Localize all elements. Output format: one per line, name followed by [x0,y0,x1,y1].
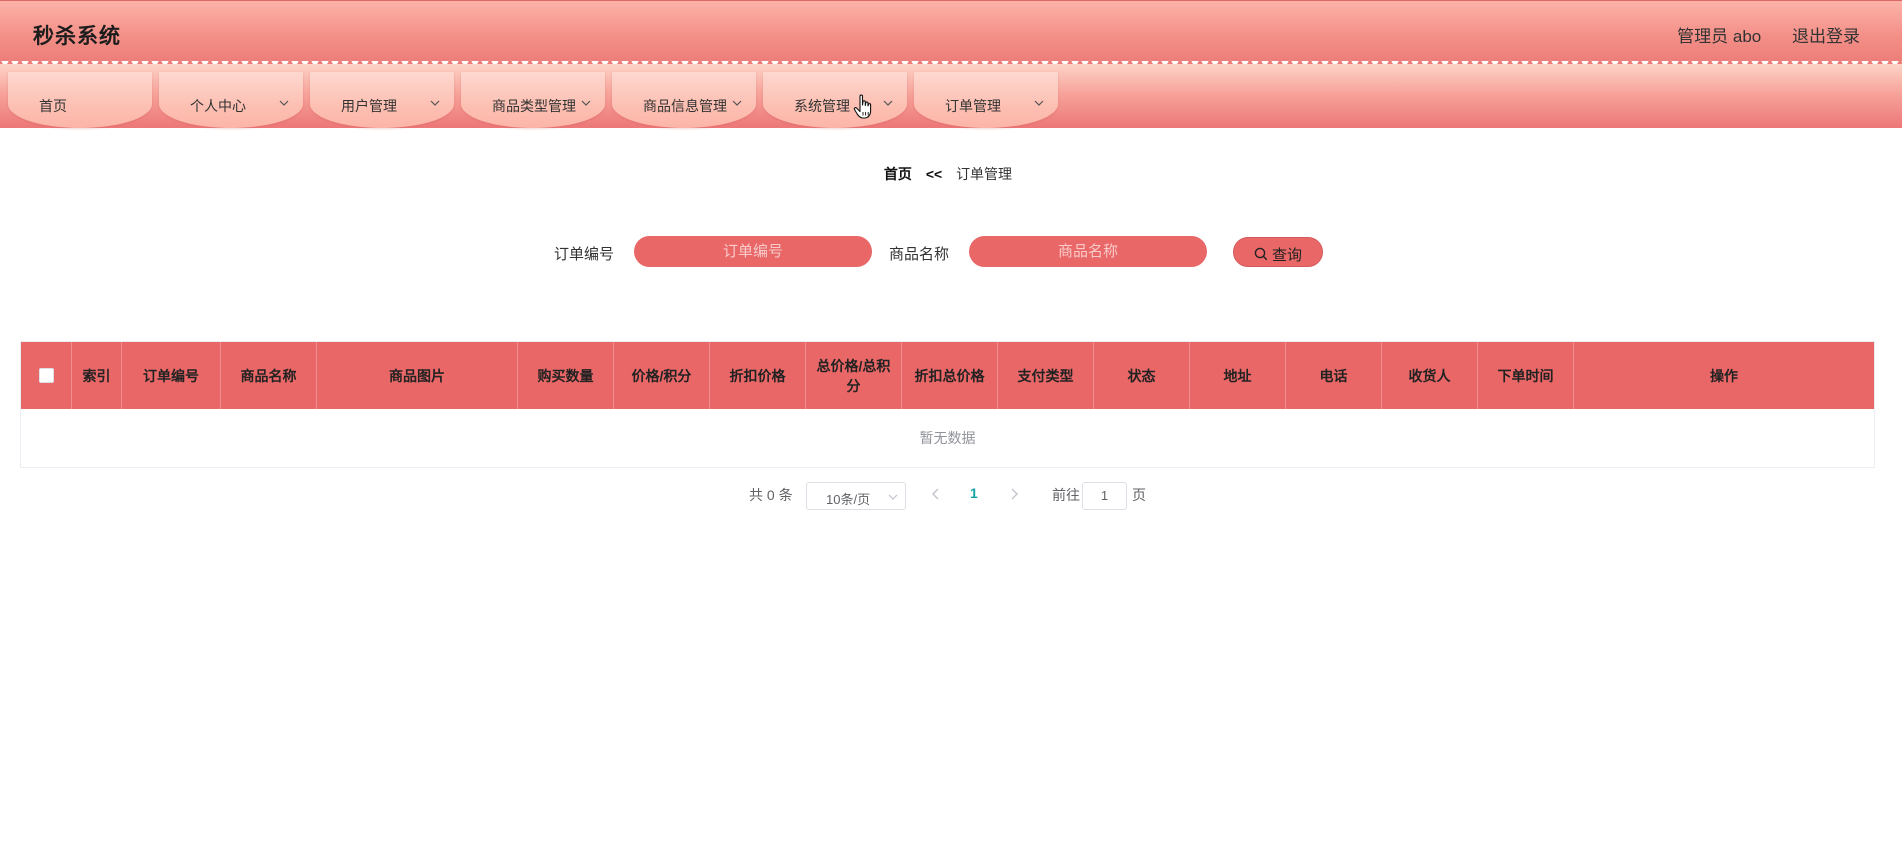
nav-item-product-info-management[interactable]: 商品信息管理 [612,72,756,128]
user-area: 管理员 abo 退出登录 [1651,22,1860,47]
column-header[interactable]: 总价格/总积分 [806,342,902,409]
nav-item-home[interactable]: 首页 [8,72,152,128]
orders-table: 索引 订单编号 商品名称 商品图片 购买数量 价格/积分 折扣价格 总价格/总积… [20,341,1875,468]
column-header[interactable]: 折扣总价格 [902,342,998,409]
nav-item-label: 商品信息管理 [643,98,727,114]
nav-item-label: 系统管理 [794,98,850,114]
prev-page-icon[interactable] [930,487,942,501]
column-header[interactable]: 索引 [72,342,122,409]
page-suffix-label: 页 [1132,487,1146,503]
column-header[interactable]: 状态 [1094,342,1190,409]
nav-item-label: 首页 [39,98,67,114]
product-name-label: 商品名称 [889,246,950,263]
column-header[interactable]: 支付类型 [998,342,1094,409]
logout-link[interactable]: 退出登录 [1792,27,1860,46]
nav-item-label: 用户管理 [341,98,397,114]
order-no-label: 订单编号 [554,246,615,263]
breadcrumb-current: 订单管理 [956,166,1013,182]
page-size-value: 10条/页 [826,492,871,507]
query-button-label: 查询 [1272,247,1303,264]
chevron-down-icon [1034,100,1044,106]
nav-item-label: 商品类型管理 [492,98,576,114]
breadcrumb-separator: << [925,166,943,182]
column-header[interactable]: 订单编号 [122,342,221,409]
column-header[interactable]: 电话 [1286,342,1382,409]
product-name-input[interactable] [969,236,1207,267]
search-icon [1254,247,1268,261]
select-all-checkbox[interactable] [38,368,54,383]
table-header: 索引 订单编号 商品名称 商品图片 购买数量 价格/积分 折扣价格 总价格/总积… [21,342,1874,409]
goto-page-input[interactable]: 1 [1082,482,1127,510]
column-header[interactable]: 下单时间 [1478,342,1574,409]
column-header[interactable]: 购买数量 [518,342,614,409]
nav-item-system-management[interactable]: 系统管理 [763,72,907,128]
column-header[interactable]: 操作 [1574,342,1874,409]
order-no-input[interactable] [634,236,872,267]
nav-item-user-management[interactable]: 用户管理 [310,72,454,128]
hand-pointer-icon [853,94,872,119]
page-size-select[interactable]: 10条/页 [806,482,906,510]
user-name[interactable]: 管理员 abo [1677,27,1761,46]
column-header[interactable]: 折扣价格 [710,342,806,409]
chevron-down-icon [430,100,440,106]
select-all-column [21,342,72,409]
main-nav: 首页 个人中心 用户管理 商品类型管理 商品信息管理 系统管理 订单管理 [0,64,1902,128]
empty-text: 暂无数据 [919,430,976,446]
nav-item-personal-center[interactable]: 个人中心 [159,72,303,128]
goto-label: 前往 [1052,487,1080,503]
breadcrumb: 首页 << 订单管理 [0,164,1896,184]
nav-item-label: 个人中心 [190,98,246,114]
pagination-total: 共 0 条 [749,487,793,503]
top-header: 秒杀系统 管理员 abo 退出登录 [0,0,1902,71]
nav-item-product-type-management[interactable]: 商品类型管理 [461,72,605,128]
brand-title: 秒杀系统 [33,25,121,48]
page-number-current[interactable]: 1 [970,485,978,501]
column-header[interactable]: 收货人 [1382,342,1478,409]
chevron-down-icon [888,494,898,500]
chevron-down-icon [581,100,591,106]
column-header[interactable]: 价格/积分 [614,342,710,409]
column-header[interactable]: 地址 [1190,342,1286,409]
query-button[interactable]: 查询 [1233,237,1323,267]
chevron-down-icon [279,100,289,106]
nav-item-order-management[interactable]: 订单管理 [914,72,1058,128]
chevron-down-icon [883,100,893,106]
column-header[interactable]: 商品图片 [317,342,518,409]
next-page-icon[interactable] [1008,487,1020,501]
column-header[interactable]: 商品名称 [221,342,317,409]
nav-item-label: 订单管理 [945,98,1001,114]
breadcrumb-home[interactable]: 首页 [884,166,912,182]
chevron-down-icon [732,100,742,106]
